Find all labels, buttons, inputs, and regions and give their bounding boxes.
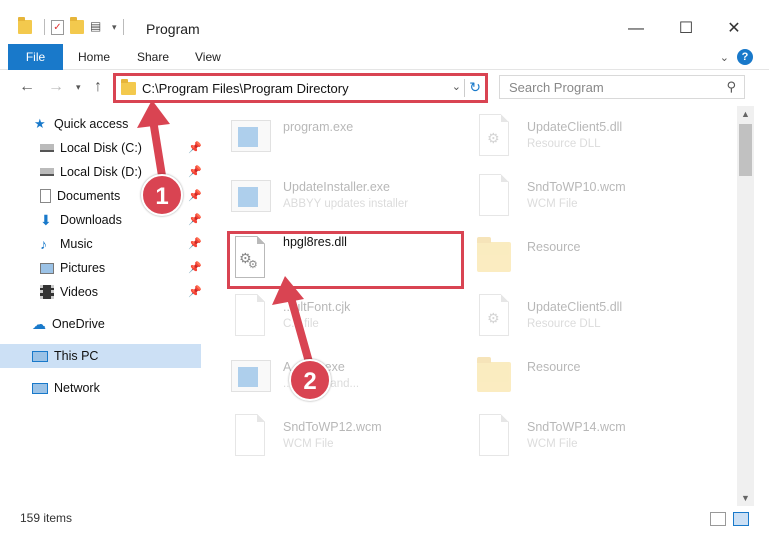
step-2-badge: 2 [289,359,331,401]
annotation-arrows [137,100,313,366]
step-1-badge: 1 [141,174,183,216]
